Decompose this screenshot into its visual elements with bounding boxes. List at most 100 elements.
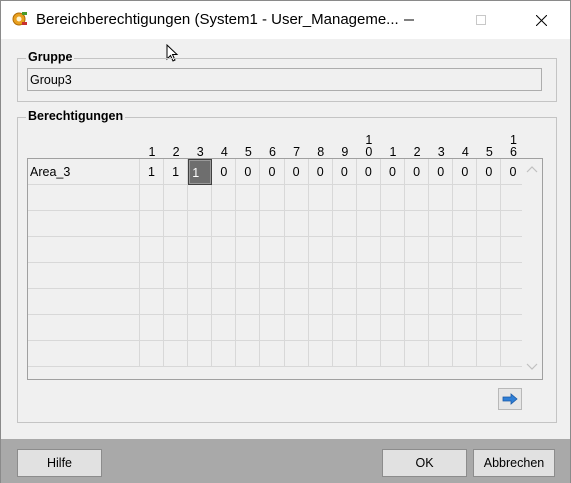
permission-cell[interactable]: [188, 263, 213, 289]
permission-cell[interactable]: [140, 185, 164, 211]
permission-cell[interactable]: [333, 341, 357, 367]
cancel-button[interactable]: Abbrechen: [473, 449, 555, 477]
permission-cell[interactable]: [453, 237, 478, 263]
permission-cell[interactable]: [405, 211, 430, 237]
permission-cell[interactable]: [236, 237, 261, 263]
permission-cell[interactable]: [261, 237, 285, 263]
permission-cell[interactable]: 0: [261, 159, 285, 185]
permission-cell[interactable]: [188, 185, 213, 211]
permission-cell[interactable]: [212, 237, 237, 263]
permission-cell[interactable]: [261, 289, 285, 315]
permission-cell[interactable]: [309, 341, 333, 367]
permission-cell[interactable]: [429, 315, 454, 341]
permission-cell[interactable]: [381, 211, 405, 237]
permission-cell[interactable]: [357, 263, 381, 289]
permission-cell[interactable]: [405, 263, 430, 289]
permission-cell[interactable]: [405, 289, 430, 315]
permission-cell[interactable]: [261, 263, 285, 289]
permissions-grid[interactable]: Area_3 1 1 1 0 0 0 0 0 0 0 0 0 0 0 0 0: [27, 158, 543, 380]
permission-cell[interactable]: [140, 263, 164, 289]
permission-cell[interactable]: [309, 237, 333, 263]
permission-cell[interactable]: [333, 289, 357, 315]
permission-cell[interactable]: 0: [212, 159, 237, 185]
permission-cell[interactable]: [381, 185, 405, 211]
empty-row[interactable]: [28, 263, 526, 289]
title-bar[interactable]: Bereichberechtigungen (System1 - User_Ma…: [1, 1, 570, 39]
permission-cell[interactable]: [309, 185, 333, 211]
area-name-cell[interactable]: [28, 237, 140, 263]
permission-cell[interactable]: [381, 237, 405, 263]
help-button[interactable]: Hilfe: [17, 449, 102, 477]
maximize-button[interactable]: [458, 1, 504, 39]
permission-cell[interactable]: [164, 185, 189, 211]
permission-cell[interactable]: [212, 263, 237, 289]
permission-cell[interactable]: [405, 237, 430, 263]
permission-cell[interactable]: [381, 341, 405, 367]
permission-cell[interactable]: [429, 263, 454, 289]
permission-cell[interactable]: [357, 341, 381, 367]
permission-cell[interactable]: [477, 263, 502, 289]
permission-cell[interactable]: 0: [477, 159, 502, 185]
permission-cell[interactable]: [188, 315, 213, 341]
permission-cell[interactable]: [285, 341, 309, 367]
empty-row[interactable]: [28, 341, 526, 367]
permission-cell[interactable]: [429, 185, 454, 211]
empty-row[interactable]: [28, 289, 526, 315]
permission-cell[interactable]: 1: [188, 159, 213, 185]
permission-cell[interactable]: [212, 211, 237, 237]
permission-cell[interactable]: [164, 263, 189, 289]
permission-cell[interactable]: [140, 315, 164, 341]
permission-cell[interactable]: [381, 315, 405, 341]
permission-cell[interactable]: [285, 263, 309, 289]
area-name-cell[interactable]: [28, 185, 140, 211]
permission-cell[interactable]: [188, 211, 213, 237]
empty-row[interactable]: [28, 315, 526, 341]
permission-cell[interactable]: [285, 289, 309, 315]
permission-cell[interactable]: [405, 315, 430, 341]
permission-cell[interactable]: [429, 237, 454, 263]
permission-cell[interactable]: [309, 289, 333, 315]
permission-cell[interactable]: [236, 315, 261, 341]
permission-cell[interactable]: 0: [333, 159, 357, 185]
permission-cell[interactable]: 0: [357, 159, 381, 185]
permission-cell[interactable]: [357, 237, 381, 263]
permission-cell[interactable]: [309, 263, 333, 289]
scroll-up-icon[interactable]: [526, 165, 538, 173]
empty-row[interactable]: [28, 211, 526, 237]
permission-cell[interactable]: [453, 341, 478, 367]
permission-cell[interactable]: [140, 289, 164, 315]
permission-cell[interactable]: [477, 341, 502, 367]
permission-cell[interactable]: [477, 237, 502, 263]
empty-row[interactable]: [28, 185, 526, 211]
permission-cell[interactable]: [357, 289, 381, 315]
close-button[interactable]: [518, 1, 564, 39]
permission-cell[interactable]: 0: [405, 159, 430, 185]
permission-cell[interactable]: [453, 185, 478, 211]
permission-cell[interactable]: [236, 211, 261, 237]
permission-cell[interactable]: 0: [453, 159, 478, 185]
permission-cell[interactable]: [309, 315, 333, 341]
permission-cell[interactable]: [309, 211, 333, 237]
permission-cell[interactable]: 0: [236, 159, 261, 185]
permission-cell[interactable]: [164, 341, 189, 367]
permission-cell[interactable]: [140, 237, 164, 263]
permission-cell[interactable]: 1: [140, 159, 164, 185]
permission-cell[interactable]: [212, 289, 237, 315]
permission-cell[interactable]: [236, 263, 261, 289]
permission-cell[interactable]: [381, 289, 405, 315]
area-name-cell[interactable]: [28, 315, 140, 341]
permission-cell[interactable]: [333, 237, 357, 263]
permission-cell[interactable]: [140, 341, 164, 367]
permission-cell[interactable]: [333, 211, 357, 237]
permission-cell[interactable]: [212, 341, 237, 367]
permission-cell[interactable]: [164, 315, 189, 341]
permission-cell[interactable]: [212, 185, 237, 211]
permission-cell[interactable]: [188, 289, 213, 315]
permission-cell[interactable]: [357, 315, 381, 341]
permission-cell[interactable]: [212, 315, 237, 341]
permission-cell[interactable]: [477, 211, 502, 237]
permission-cell[interactable]: [357, 185, 381, 211]
table-row[interactable]: Area_3 1 1 1 0 0 0 0 0 0 0 0 0 0 0 0 0: [28, 159, 526, 185]
permission-cell[interactable]: [261, 341, 285, 367]
permission-cell[interactable]: [453, 211, 478, 237]
